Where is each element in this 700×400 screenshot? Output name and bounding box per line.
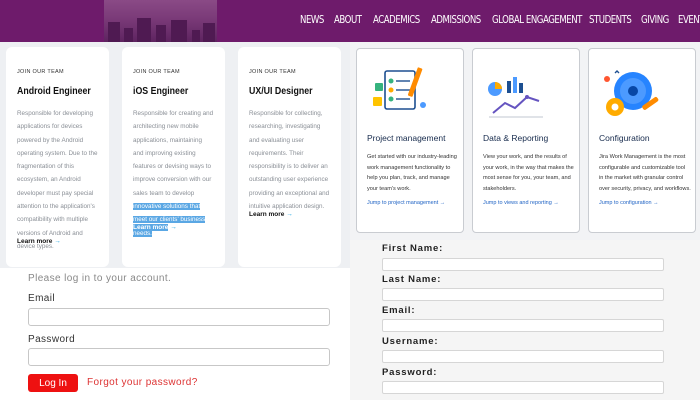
arrow-right-icon: → bbox=[170, 224, 177, 231]
last-name-label: Last Name: bbox=[382, 274, 442, 285]
selected-text: innovative solutions that meet our clien… bbox=[133, 203, 206, 237]
first-name-input[interactable] bbox=[382, 258, 664, 271]
email-input[interactable] bbox=[28, 308, 330, 326]
job-card-ios: JOIN OUR TEAM iOS Engineer Responsible f… bbox=[122, 47, 225, 267]
job-title: iOS Engineer bbox=[133, 86, 189, 97]
job-description: Responsible for collecting, researching,… bbox=[249, 110, 330, 211]
job-eyebrow: JOIN OUR TEAM bbox=[249, 69, 296, 75]
job-description-text: Responsible for creating and architectin… bbox=[133, 110, 214, 197]
reg-password-input[interactable] bbox=[382, 381, 664, 394]
nav-students[interactable]: STUDENTS bbox=[589, 13, 632, 26]
product-title: Configuration bbox=[599, 133, 650, 143]
login-prompt: Please log in to your account. bbox=[28, 273, 172, 284]
job-card-uxui: JOIN OUR TEAM UX/UI Designer Responsible… bbox=[238, 47, 341, 267]
product-title: Data & Reporting bbox=[483, 133, 549, 143]
nav-admissions[interactable]: ADMISSIONS bbox=[431, 13, 481, 26]
username-label: Username: bbox=[382, 336, 439, 347]
product-link[interactable]: Jump to project management → bbox=[367, 200, 445, 206]
product-card-data-reporting: Data & Reporting View your work, and the… bbox=[472, 48, 580, 233]
learn-more-label: Learn more bbox=[133, 224, 169, 231]
gears-wrench-icon bbox=[604, 70, 659, 116]
product-card-configuration: Configuration Jira Work Management is th… bbox=[588, 48, 696, 233]
nav-events[interactable]: EVENTS bbox=[678, 13, 700, 26]
nav-news[interactable]: NEWS bbox=[300, 13, 324, 26]
product-link[interactable]: Jump to configuration → bbox=[599, 200, 659, 206]
job-card-android: JOIN OUR TEAM Android Engineer Responsib… bbox=[6, 47, 109, 267]
reg-email-input[interactable] bbox=[382, 319, 664, 332]
product-title: Project management bbox=[367, 133, 446, 143]
learn-more-link[interactable]: Learn more → bbox=[17, 238, 61, 245]
registration-form: First Name: Last Name: Email: Username: … bbox=[350, 240, 700, 400]
product-card-project-management: Project management Get started with our … bbox=[356, 48, 464, 233]
first-name-label: First Name: bbox=[382, 243, 444, 254]
product-description: View your work, and the results of your … bbox=[483, 154, 574, 193]
careers-section: JOIN OUR TEAM Android Engineer Responsib… bbox=[0, 42, 350, 268]
forgot-password-link[interactable]: Forgot your password? bbox=[87, 377, 198, 388]
job-title: Android Engineer bbox=[17, 86, 91, 97]
learn-more-label: Learn more bbox=[249, 211, 285, 218]
nav-academics[interactable]: ACADEMICS bbox=[373, 13, 420, 26]
product-description: Get started with our industry-leading wo… bbox=[367, 154, 457, 193]
job-title: UX/UI Designer bbox=[249, 86, 313, 97]
reg-password-label: Password: bbox=[382, 367, 438, 378]
password-input[interactable] bbox=[28, 348, 330, 366]
nav-global-engagement[interactable]: GLOBAL ENGAGEMENT bbox=[492, 13, 582, 26]
arrow-right-icon: → bbox=[286, 211, 293, 218]
main-nav: NEWS ABOUT ACADEMICS ADMISSIONS GLOBAL E… bbox=[300, 13, 700, 26]
products-section: Project management Get started with our … bbox=[350, 42, 700, 240]
chart-report-icon bbox=[488, 77, 543, 118]
login-form: Please log in to your account. Email Pas… bbox=[0, 268, 350, 400]
job-eyebrow: JOIN OUR TEAM bbox=[17, 69, 64, 75]
last-name-input[interactable] bbox=[382, 288, 664, 301]
nav-about[interactable]: ABOUT bbox=[334, 13, 362, 26]
nav-giving[interactable]: GIVING bbox=[641, 13, 669, 26]
checklist-pencil-icon bbox=[373, 67, 426, 110]
username-input[interactable] bbox=[382, 350, 664, 363]
learn-more-label: Learn more bbox=[17, 238, 53, 245]
reg-email-label: Email: bbox=[382, 305, 416, 316]
product-link[interactable]: Jump to views and reporting → bbox=[483, 200, 559, 206]
password-label: Password bbox=[28, 334, 76, 345]
product-description: Jira Work Management is the most configu… bbox=[599, 154, 691, 193]
learn-more-link[interactable]: Learn more → bbox=[249, 211, 293, 218]
arrow-right-icon: → bbox=[54, 238, 61, 245]
email-label: Email bbox=[28, 293, 56, 304]
campus-banner-image bbox=[104, 0, 217, 42]
job-eyebrow: JOIN OUR TEAM bbox=[133, 69, 180, 75]
learn-more-link[interactable]: Learn more → bbox=[133, 224, 177, 231]
job-description: Responsible for developing applications … bbox=[17, 110, 98, 250]
login-button[interactable]: Log In bbox=[28, 374, 78, 392]
job-description: Responsible for creating and architectin… bbox=[133, 107, 214, 240]
top-navbar: NEWS ABOUT ACADEMICS ADMISSIONS GLOBAL E… bbox=[0, 0, 700, 42]
